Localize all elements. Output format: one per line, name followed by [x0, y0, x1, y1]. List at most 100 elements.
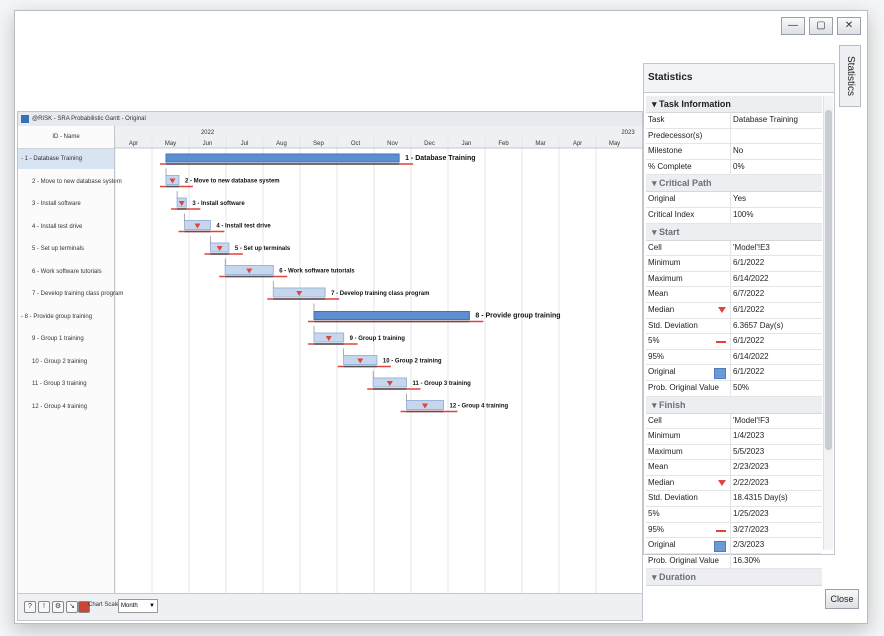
stats-row: Prob. Original Value 16.30% — [646, 553, 822, 570]
month-label: May — [165, 141, 176, 147]
task-list-item[interactable]: - 1 - Database Training — [18, 149, 114, 169]
month-label: Sep — [313, 141, 324, 147]
task-bar-label: 1 - Database Training — [405, 155, 475, 162]
stats-row: Milestone No — [646, 144, 822, 160]
stats-value: 0% — [733, 161, 745, 171]
month-label: Apr — [129, 141, 138, 147]
month-label: Apr — [573, 141, 582, 147]
stats-key-label: 95% — [648, 351, 665, 361]
stats-key: Minimum — [646, 256, 731, 271]
stats-section-header[interactable]: ▾ Duration — [646, 569, 822, 587]
stats-row: Task Database Training — [646, 113, 822, 129]
task-list-item[interactable]: 7 - Develop training class program — [18, 284, 123, 304]
scroll-thumb[interactable] — [825, 110, 832, 450]
stats-value: 18.4315 Day(s) — [733, 493, 788, 503]
minimize-button[interactable]: — — [781, 17, 805, 35]
stats-key: Cell — [646, 240, 731, 256]
stats-key-label: Critical Index — [648, 209, 695, 219]
stats-value: 50% — [733, 382, 750, 392]
stats-row: Minimum 6/1/2022 — [646, 256, 822, 272]
maximize-button[interactable]: ▢ — [809, 17, 833, 35]
stats-section-header[interactable]: ▾ Start — [646, 223, 822, 241]
stats-key-label: Mean — [648, 462, 669, 472]
stats-key-label: Original — [648, 367, 676, 377]
stats-key-label: Original — [648, 540, 676, 550]
stats-row: Std. Deviation 18.4315 Day(s) — [646, 491, 822, 508]
stats-row: Original 6/1/2022 — [646, 365, 822, 381]
month-label: Feb — [498, 141, 509, 147]
stats-section-header[interactable]: ▾ Critical Path — [646, 175, 822, 193]
stats-key: 5% — [646, 334, 731, 349]
statistics-grid: ▾ Task Information Task Database Training P… — [646, 96, 822, 587]
stats-key-label: Prob. Original Value — [648, 382, 719, 392]
stats-value: 'Model'!E3 — [733, 242, 770, 252]
timeline-header — [115, 126, 642, 148]
stats-row: Maximum 6/14/2022 — [646, 271, 822, 288]
stats-key: Minimum — [646, 429, 731, 444]
stats-value: 6/1/2022 — [733, 336, 765, 346]
task-list-item[interactable]: 9 - Group 1 training — [18, 329, 114, 349]
stats-value: 6/7/2022 — [733, 289, 765, 299]
task-list-item[interactable]: - 8 - Provide group training — [18, 307, 114, 327]
task-list-item[interactable]: 4 - Install test drive — [18, 217, 114, 237]
gantt-panel: @RISK - SRA Probabilistic Gantt - Origin… — [17, 111, 643, 621]
month-label: Mar — [535, 141, 545, 147]
connector-icon[interactable]: ↘ — [66, 601, 78, 613]
stats-key: Std. Deviation — [646, 318, 731, 334]
task-bar-label: 6 - Work software tutorials — [279, 269, 355, 275]
task-list-item[interactable]: 10 - Group 2 training — [18, 352, 114, 372]
stats-key: Prob. Original Value — [646, 553, 731, 569]
stats-key-label: Original — [648, 194, 676, 204]
task-list-item[interactable]: 2 - Move to new database system — [18, 172, 122, 192]
stats-key: Std. Deviation — [646, 491, 731, 507]
gantt-chart[interactable]: Apr May Jun Jul Aug Sep Oct Nov Dec Jan Feb Mar Apr M… — [115, 126, 642, 594]
task-bar-label: 5 - Set up terminals — [235, 246, 291, 252]
year-label: 2022 — [201, 130, 215, 136]
task-bar-label: 8 - Provide group training — [475, 313, 560, 320]
stats-row: Minimum 1/4/2023 — [646, 429, 822, 445]
app-window: — ▢ ✕ Statistics @RISK - SRA Probabilist… — [14, 10, 868, 624]
chart-scale-select[interactable]: Month ▼ — [118, 599, 158, 613]
task-list-item[interactable]: 3 - Install software — [18, 194, 114, 214]
settings-icon[interactable]: ⚙ — [52, 601, 64, 613]
percentile-marker-icon — [716, 529, 726, 532]
month-label: Dec — [424, 141, 435, 147]
warning-icon[interactable]: ! — [38, 601, 50, 613]
stats-key: Cell — [646, 413, 731, 429]
median-marker-icon — [718, 306, 726, 313]
stats-row: 5% 6/1/2022 — [646, 334, 822, 350]
app-icon — [21, 115, 29, 123]
stats-value: 1/4/2023 — [733, 431, 765, 441]
stats-key: Maximum — [646, 271, 731, 287]
stats-value: 1/25/2023 — [733, 509, 769, 519]
median-marker-icon — [718, 479, 726, 486]
stats-value: 3/27/2023 — [733, 524, 769, 534]
statistics-side-tab[interactable]: Statistics — [839, 45, 861, 107]
stats-value: No — [733, 146, 744, 156]
stats-value: 6/14/2022 — [733, 273, 769, 283]
stats-row: Mean 6/7/2022 — [646, 287, 822, 303]
close-window-button[interactable]: ✕ — [837, 17, 861, 35]
stats-value — [731, 129, 822, 144]
help-icon[interactable]: ? — [24, 601, 36, 613]
close-button[interactable]: Close — [825, 589, 859, 609]
stats-key-label: Std. Deviation — [648, 320, 698, 330]
stats-section-header[interactable]: ▾ Task Information — [646, 96, 822, 113]
stats-key-label: Minimum — [648, 258, 681, 268]
year-label: 2023 — [621, 130, 635, 136]
stats-value: 100% — [733, 209, 754, 219]
stats-value: 16.30% — [733, 555, 761, 565]
task-list-item[interactable]: 5 - Set up terminals — [18, 239, 114, 259]
stats-section-header[interactable]: ▾ Finish — [646, 396, 822, 414]
stats-key-label: Prob. Original Value — [648, 555, 719, 565]
statistics-scrollbar[interactable] — [823, 96, 833, 550]
stats-value: 2/23/2023 — [733, 462, 769, 472]
stats-value: 2/3/2023 — [733, 540, 765, 550]
summary-bar — [313, 311, 470, 320]
task-list-item[interactable]: 6 - Work software tutorials — [18, 262, 114, 282]
stats-key: Mean — [646, 460, 731, 475]
task-list-item[interactable]: 11 - Group 3 training — [18, 374, 114, 394]
task-list-item[interactable]: 12 - Group 4 training — [18, 397, 114, 417]
month-label: May — [609, 141, 620, 147]
task-bar-label: 10 - Group 2 training — [383, 359, 442, 365]
